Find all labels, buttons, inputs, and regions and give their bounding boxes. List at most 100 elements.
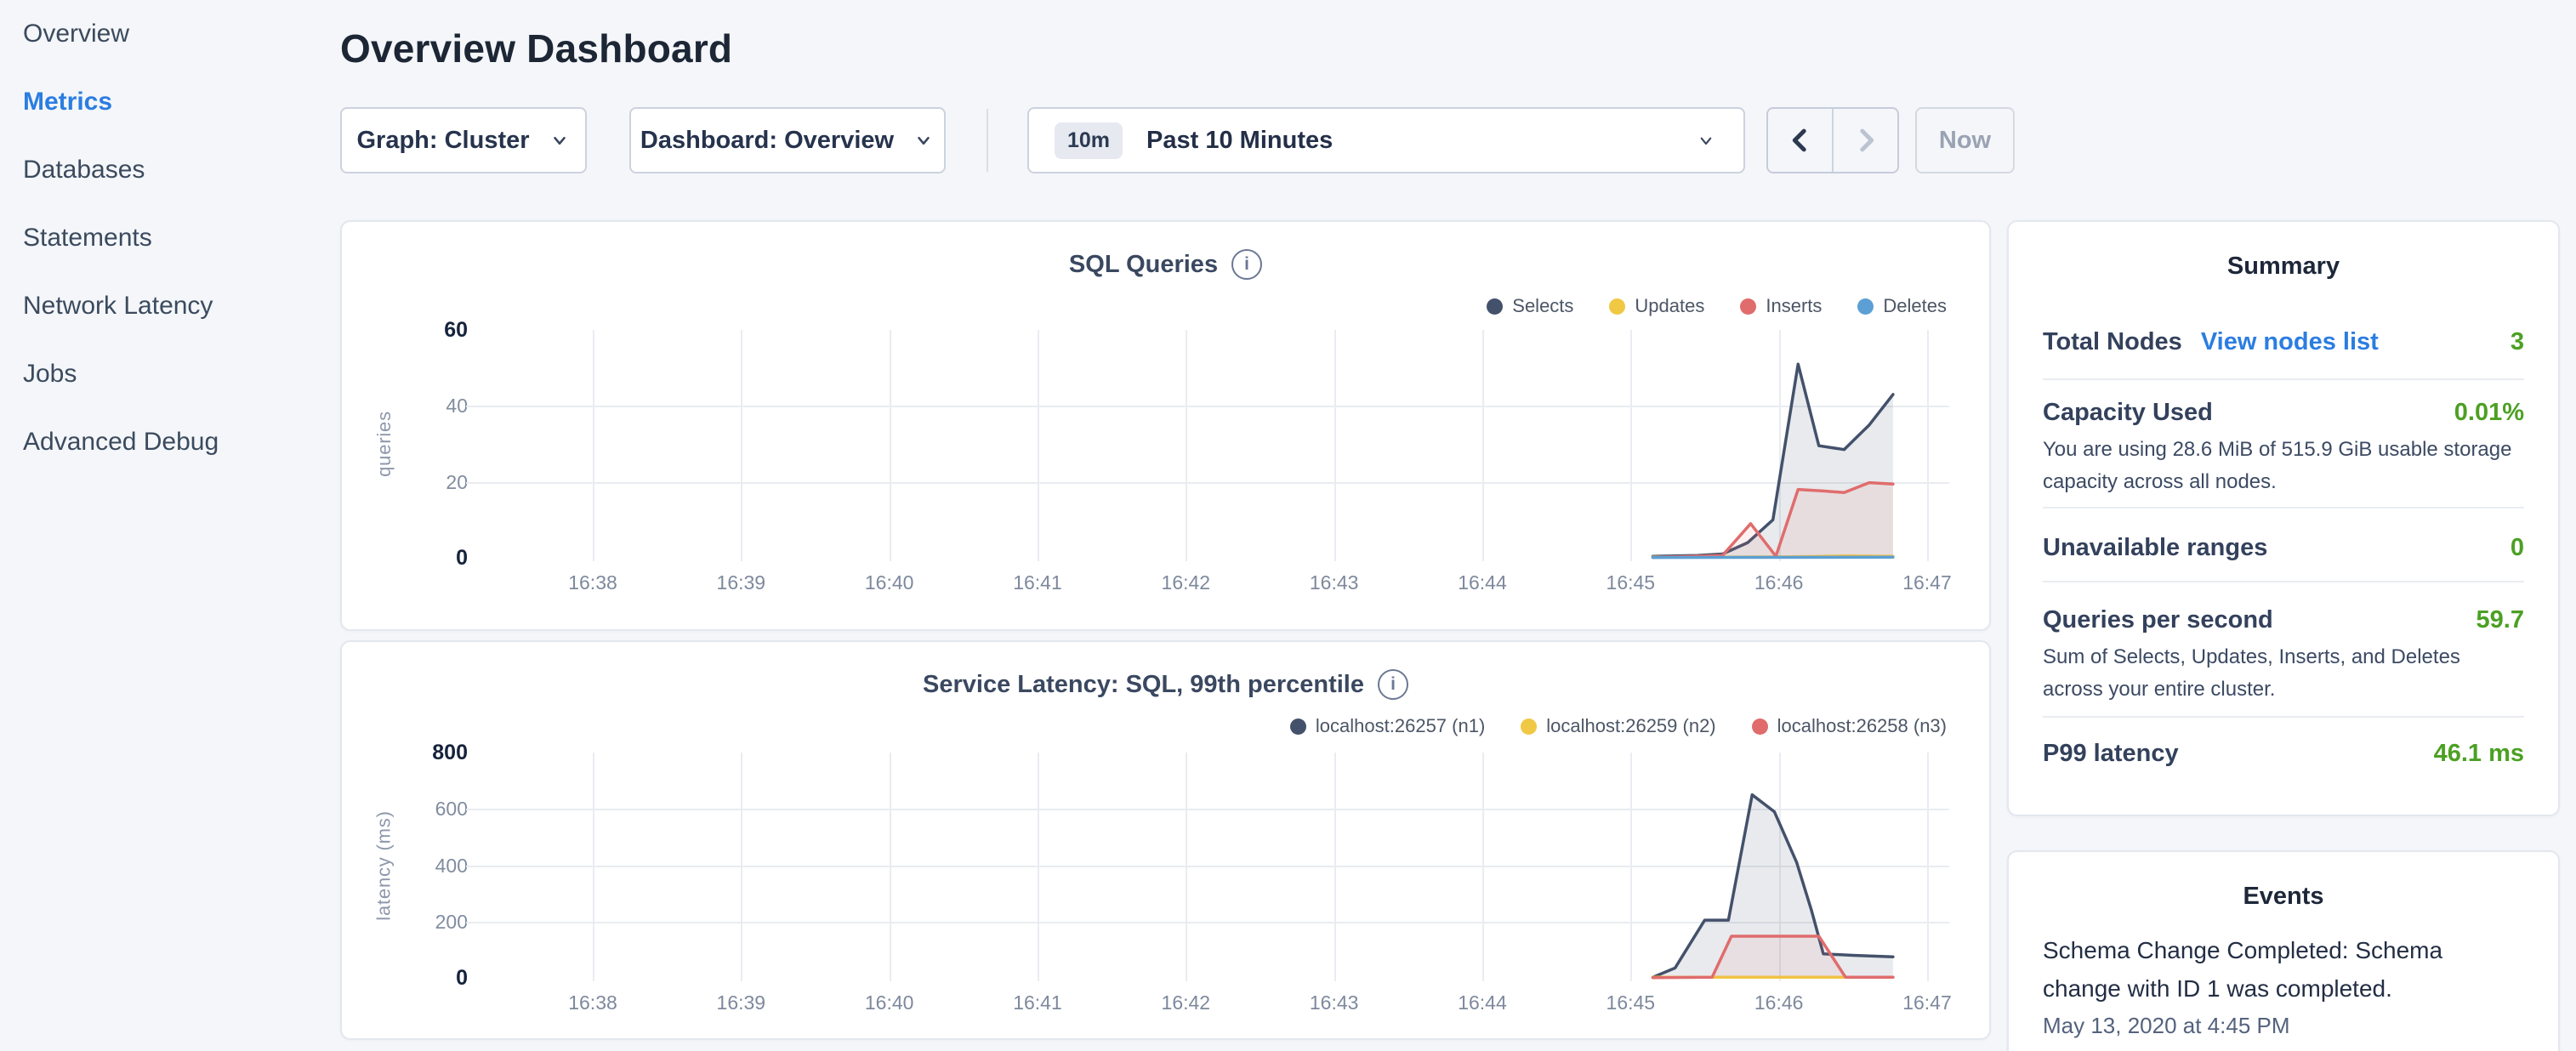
x-axis-tick: 16:42 xyxy=(1126,991,1245,1014)
info-icon[interactable]: i xyxy=(1231,249,1262,280)
x-axis-tick: 16:40 xyxy=(830,571,949,594)
x-axis-tick: 16:44 xyxy=(1423,991,1542,1014)
legend-dot-icon xyxy=(1521,719,1537,735)
legend-label: localhost:26259 (n2) xyxy=(1546,715,1715,737)
chevron-down-icon xyxy=(1694,128,1718,152)
y-axis-label: queries xyxy=(373,411,395,477)
legend-item: Deletes xyxy=(1857,295,1947,317)
x-axis-tick: 16:46 xyxy=(1720,991,1839,1014)
sidebar-item-overview[interactable]: Overview xyxy=(0,0,340,68)
legend-dot-icon xyxy=(1290,719,1306,735)
summary-value: 0 xyxy=(2511,534,2524,562)
x-axis-tick: 16:45 xyxy=(1571,571,1690,594)
summary-label: Queries per second xyxy=(2043,606,2273,634)
summary-row-p99-latency: P99 latency 46.1 ms xyxy=(2043,716,2524,768)
info-icon[interactable]: i xyxy=(1378,669,1408,700)
summary-panel: Summary Total Nodes View nodes list 3 Ca… xyxy=(2007,220,2560,816)
x-axis-tick: 16:44 xyxy=(1423,571,1542,594)
sidebar-item-network-latency[interactable]: Network Latency xyxy=(0,272,340,340)
event-item-timestamp: May 13, 2020 at 4:45 PM xyxy=(2043,1013,2524,1039)
summary-value: 59.7 xyxy=(2476,606,2524,634)
event-item-text: Schema Change Completed: Schema change w… xyxy=(2043,931,2459,1008)
page-title: Overview Dashboard xyxy=(340,26,732,71)
legend-item: localhost:26259 (n2) xyxy=(1521,715,1715,737)
now-button[interactable]: Now xyxy=(1915,107,2015,173)
toolbar-divider xyxy=(987,109,988,172)
summary-row-unavailable-ranges: Unavailable ranges 0 xyxy=(2043,507,2524,581)
legend-dot-icon xyxy=(1487,298,1503,315)
sidebar-item-databases[interactable]: Databases xyxy=(0,136,340,204)
summary-subtext: Sum of Selects, Updates, Inserts, and De… xyxy=(2043,641,2524,706)
time-step-back-button[interactable] xyxy=(1768,109,1834,172)
sql-queries-chart-panel: SQL Queries i Selects Updates Inserts Delet… xyxy=(340,220,1991,631)
sidebar-nav: OverviewMetricsDatabasesStatementsNetwor… xyxy=(0,0,340,1051)
legend-dot-icon xyxy=(1740,298,1756,315)
summary-subtext: You are using 28.6 MiB of 515.9 GiB usab… xyxy=(2043,434,2524,498)
x-axis-tick: 16:47 xyxy=(1868,991,1987,1014)
x-axis-tick: 16:41 xyxy=(978,571,1097,594)
time-range-badge: 10m xyxy=(1055,122,1123,159)
dashboard-selector-label: Dashboard: Overview xyxy=(640,127,894,155)
legend-item: Selects xyxy=(1487,295,1573,317)
time-step-forward-button[interactable] xyxy=(1834,109,1897,172)
legend-item: localhost:26257 (n1) xyxy=(1290,715,1485,737)
summary-value: 0.01% xyxy=(2454,399,2524,427)
service-latency-chart-panel: Service Latency: SQL, 99th percentile i … xyxy=(340,640,1991,1040)
chart-title: SQL Queries xyxy=(1069,251,1218,279)
legend-label: localhost:26258 (n3) xyxy=(1777,715,1947,737)
legend-label: Deletes xyxy=(1883,295,1947,317)
sidebar-item-advanced-debug[interactable]: Advanced Debug xyxy=(0,408,340,476)
x-axis-tick: 16:41 xyxy=(978,991,1097,1014)
sidebar-item-statements[interactable]: Statements xyxy=(0,204,340,272)
legend-dot-icon xyxy=(1609,298,1625,315)
summary-value: 46.1 ms xyxy=(2434,740,2524,768)
summary-label: P99 latency xyxy=(2043,740,2179,768)
summary-label: Capacity Used xyxy=(2043,399,2213,427)
legend-label: Inserts xyxy=(1766,295,1822,317)
dashboard-selector-dropdown[interactable]: Dashboard: Overview xyxy=(629,107,946,173)
chart-plot-area xyxy=(478,753,1949,983)
legend-label: localhost:26257 (n1) xyxy=(1316,715,1485,737)
sidebar-item-metrics[interactable]: Metrics xyxy=(0,68,340,136)
chevron-left-icon xyxy=(1783,123,1817,157)
sidebar-item-jobs[interactable]: Jobs xyxy=(0,340,340,408)
x-axis-tick: 16:47 xyxy=(1868,571,1987,594)
events-panel: Events Schema Change Completed: Schema c… xyxy=(2007,850,2560,1051)
x-axis-tick: 16:46 xyxy=(1720,571,1839,594)
legend-item: Inserts xyxy=(1740,295,1822,317)
chevron-down-icon xyxy=(549,129,571,151)
x-axis-tick: 16:42 xyxy=(1126,571,1245,594)
chart-plot-area xyxy=(478,330,1949,563)
legend-dot-icon xyxy=(1857,298,1874,315)
y-axis-label: latency (ms) xyxy=(373,810,395,920)
summary-row-total-nodes: Total Nodes View nodes list 3 xyxy=(2043,328,2524,378)
time-range-label: Past 10 Minutes xyxy=(1146,127,1333,155)
summary-row-capacity-used: Capacity Used 0.01% You are using 28.6 M… xyxy=(2043,378,2524,507)
summary-title: Summary xyxy=(2043,253,2524,281)
x-axis-tick: 16:45 xyxy=(1571,991,1690,1014)
x-axis-tick: 16:38 xyxy=(533,991,652,1014)
graph-selector-label: Graph: Cluster xyxy=(356,127,529,155)
legend-item: Updates xyxy=(1609,295,1704,317)
x-axis-tick: 16:43 xyxy=(1275,571,1394,594)
x-axis-tick: 16:39 xyxy=(681,991,800,1014)
chart-legend: localhost:26257 (n1) localhost:26259 (n2)… xyxy=(1290,715,1947,737)
x-axis-tick: 16:39 xyxy=(681,571,800,594)
summary-row-queries-per-second: Queries per second 59.7 Sum of Selects, … xyxy=(2043,581,2524,716)
db-console-app: OverviewMetricsDatabasesStatementsNetwor… xyxy=(0,0,2576,1051)
events-title: Events xyxy=(2043,883,2524,911)
graph-selector-dropdown[interactable]: Graph: Cluster xyxy=(340,107,587,173)
summary-label: Unavailable ranges xyxy=(2043,534,2267,562)
summary-value: 3 xyxy=(2511,328,2524,356)
view-nodes-list-link[interactable]: View nodes list xyxy=(2201,328,2379,356)
legend-dot-icon xyxy=(1752,719,1768,735)
chevron-right-icon xyxy=(1849,123,1883,157)
x-axis-tick: 16:38 xyxy=(533,571,652,594)
legend-item: localhost:26258 (n3) xyxy=(1752,715,1947,737)
time-range-dropdown[interactable]: 10m Past 10 Minutes xyxy=(1027,107,1745,173)
x-axis-tick: 16:40 xyxy=(830,991,949,1014)
legend-label: Updates xyxy=(1635,295,1704,317)
chevron-down-icon xyxy=(913,129,935,151)
legend-label: Selects xyxy=(1512,295,1573,317)
chart-legend: Selects Updates Inserts Deletes xyxy=(1487,295,1947,317)
